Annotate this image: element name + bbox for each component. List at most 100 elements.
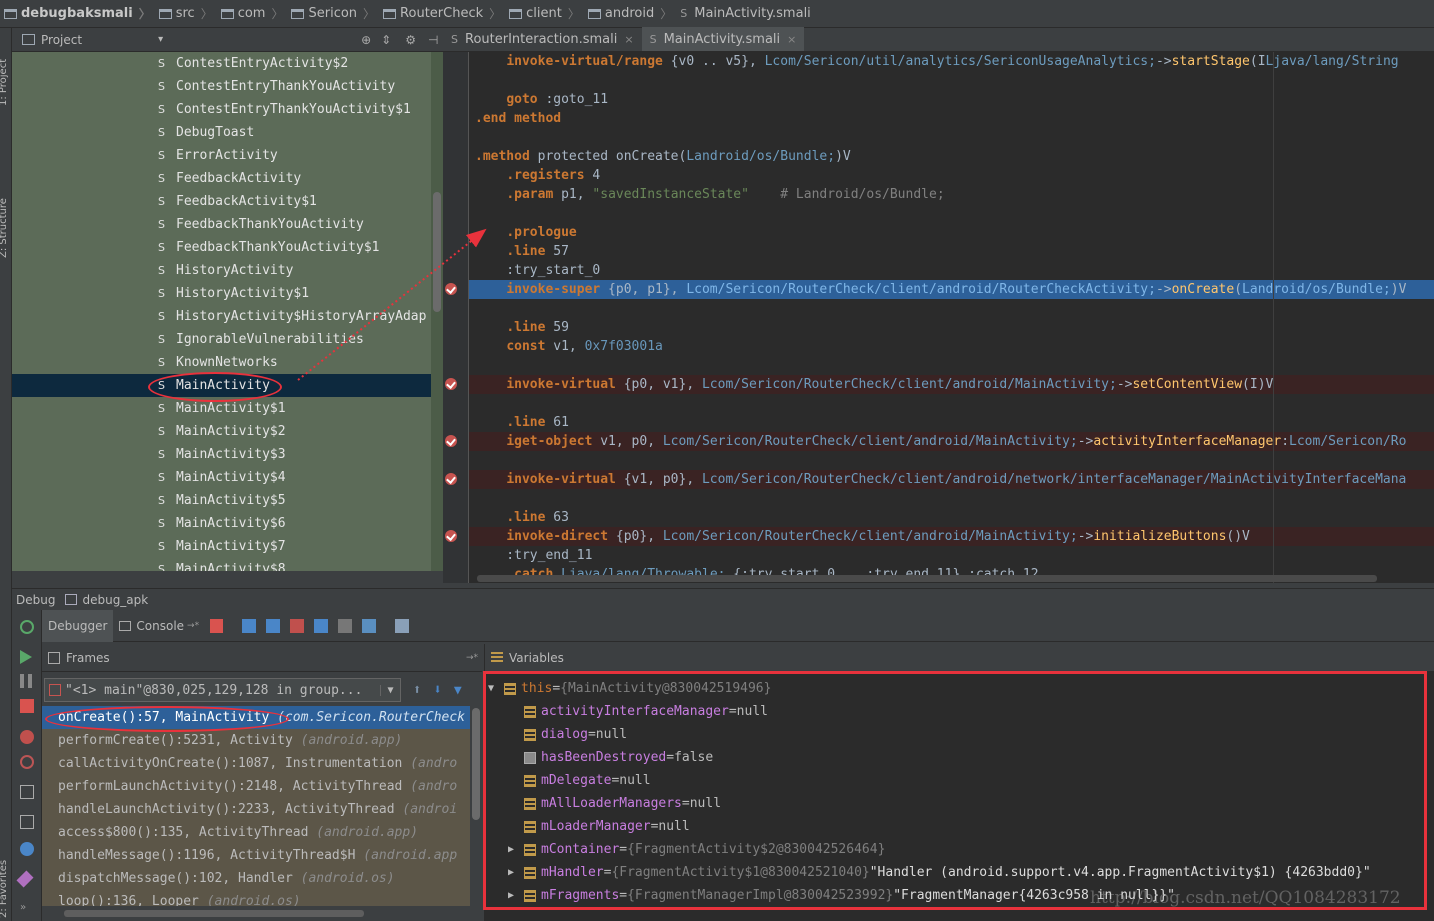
editor-tab[interactable]: S MainActivity.smali × [641,27,805,51]
tree-item[interactable]: S MainActivity$2 [12,420,431,443]
breadcrumb-item[interactable]: src 〉 [155,5,217,22]
project-tree-scrollbar[interactable] [431,52,443,571]
frame-row[interactable]: dispatchMessage():102, Handler (android.… [42,867,470,890]
breakpoint-icon[interactable] [445,435,457,447]
code-line[interactable]: .registers 4 [469,166,1434,185]
debug-config-name[interactable]: debug_apk [82,593,148,607]
editor-gutter[interactable] [443,52,469,583]
project-tree[interactable]: S ContestEntryActivity$2 S ContestEntryThan… [12,52,431,571]
code-line[interactable]: goto :goto_11 [469,90,1434,109]
tree-item[interactable]: S HistoryActivity [12,259,431,282]
up-arrow-icon[interactable]: ⬆ [413,682,421,698]
code-line[interactable] [469,128,1434,147]
scrollbar-thumb[interactable] [472,708,480,820]
tree-item[interactable]: S ContestEntryThankYouActivity$1 [12,98,431,121]
breadcrumb-item[interactable]: com 〉 [217,5,288,22]
tab-debugger[interactable]: Debugger [42,609,114,642]
breadcrumb-item[interactable]: client 〉 [505,5,584,22]
pause-icon[interactable] [20,674,32,688]
code-line[interactable] [469,394,1434,413]
settings-icon[interactable] [20,842,34,856]
show-execution-point-icon[interactable] [210,618,224,633]
step-over-icon[interactable] [242,618,257,633]
tab-console[interactable]: Console →* [113,610,205,642]
code-line[interactable] [469,204,1434,223]
frame-row[interactable]: handleMessage():1196, ActivityThread$H (… [42,844,470,867]
frames-pin-icon[interactable]: →* [466,653,478,663]
mute-breakpoints-icon[interactable] [20,755,34,769]
tree-item[interactable]: S MainActivity$5 [12,489,431,512]
frame-row[interactable]: performLaunchActivity():2148, ActivityTh… [42,775,470,798]
tree-item[interactable]: S FeedbackActivity$1 [12,190,431,213]
code-line[interactable] [469,299,1434,318]
frame-row[interactable]: loop():136, Looper (android.os) [42,890,470,906]
view-breakpoints-icon[interactable] [20,730,34,744]
thread-dropdown[interactable]: "<1> main"@830,025,129,128 in group... ▼ [44,678,401,702]
breakpoint-icon[interactable] [445,283,457,295]
chevron-down-icon[interactable]: ▼ [380,684,400,696]
code-line[interactable]: iget-object v1, p0, Lcom/Sericon/RouterC… [469,432,1434,451]
breadcrumb-item[interactable]: Sericon 〉 [287,5,379,22]
tree-item[interactable]: S MainActivity$3 [12,443,431,466]
get-thread-dump-icon[interactable] [20,785,34,799]
code-line[interactable] [469,71,1434,90]
structure-tool-tab[interactable]: Z: Structure [0,198,9,258]
favorites-tool-tab[interactable]: 2: Favorites [0,860,9,918]
code-line[interactable]: invoke-super {p0, p1}, Lcom/Sericon/Rout… [469,280,1434,299]
breakpoint-icon[interactable] [445,530,457,542]
pin-tab-icon[interactable] [16,870,34,888]
tree-item[interactable]: S FeedbackThankYouActivity [12,213,431,236]
sync-icon[interactable]: ⊕ [361,33,371,47]
tree-item[interactable]: S IgnorableVulnerabilities [12,328,431,351]
code-line[interactable] [469,489,1434,508]
code-line[interactable]: :try_start_0 [469,261,1434,280]
filter-icon[interactable]: ▼ [454,683,462,698]
tree-item[interactable]: S DebugToast [12,121,431,144]
collapse-icon[interactable]: ⇕ [381,33,391,47]
frames-list[interactable]: onCreate():57, MainActivity (com.Sericon… [42,706,470,906]
breadcrumb-item[interactable]: debugbaksmali 〉 [0,5,155,22]
breadcrumb-item[interactable]: android 〉 [584,5,676,22]
restore-layout-icon[interactable] [20,815,34,829]
tree-item[interactable]: S KnownNetworks [12,351,431,374]
code-line[interactable]: invoke-virtual/range {v0 .. v5}, Lcom/Se… [469,52,1434,71]
tree-item[interactable]: S HistoryActivity$1 [12,282,431,305]
tree-item[interactable]: S HistoryActivity$HistoryArrayAdap [12,305,431,328]
frames-hscrollbar[interactable] [42,906,482,921]
tree-item[interactable]: S FeedbackActivity [12,167,431,190]
project-view-dropdown-icon[interactable]: ▾ [158,34,163,45]
tree-item[interactable]: S FeedbackThankYouActivity$1 [12,236,431,259]
breakpoint-icon[interactable] [445,378,457,390]
project-tree-hscrollbar[interactable] [12,571,443,583]
pin-icon[interactable]: →* [187,621,199,631]
code-line[interactable]: :try_end_11 [469,546,1434,565]
code-line[interactable]: .prologue [469,223,1434,242]
code-line[interactable]: const v1, 0x7f03001a [469,337,1434,356]
resume-icon[interactable] [20,650,32,664]
tree-item[interactable]: S MainActivity$6 [12,512,431,535]
scrollbar-thumb[interactable] [433,192,441,312]
run-to-cursor-icon[interactable] [362,618,377,633]
scrollbar-thumb[interactable] [64,910,364,917]
drop-frame-icon[interactable] [338,618,353,633]
tree-item[interactable]: S ErrorActivity [12,144,431,167]
gear-icon[interactable]: ⚙ [405,33,416,47]
step-into-icon[interactable] [266,618,281,633]
close-icon[interactable]: × [624,33,633,46]
project-view-title[interactable]: Project [41,33,82,47]
code-line[interactable]: .method protected onCreate(Landroid/os/B… [469,147,1434,166]
code-line[interactable]: invoke-virtual {v1, p0}, Lcom/Sericon/Ro… [469,470,1434,489]
code-line[interactable]: invoke-direct {p0}, Lcom/Sericon/RouterC… [469,527,1434,546]
code-line[interactable]: .param p1, "savedInstanceState" # Landro… [469,185,1434,204]
more-icon[interactable]: » [20,902,34,916]
evaluate-expression-icon[interactable] [395,618,410,633]
frame-row[interactable]: callActivityOnCreate():1087, Instrumenta… [42,752,470,775]
frames-vscrollbar[interactable] [470,706,482,906]
breadcrumb-item[interactable]: S MainActivity.smali [676,6,815,21]
code-line[interactable] [469,451,1434,470]
tree-item[interactable]: S ContestEntryActivity$2 [12,52,431,75]
hide-panel-icon[interactable]: ⊣ [428,33,438,47]
step-out-icon[interactable] [314,618,329,633]
force-step-into-icon[interactable] [290,618,305,633]
rerun-icon[interactable] [20,620,34,634]
